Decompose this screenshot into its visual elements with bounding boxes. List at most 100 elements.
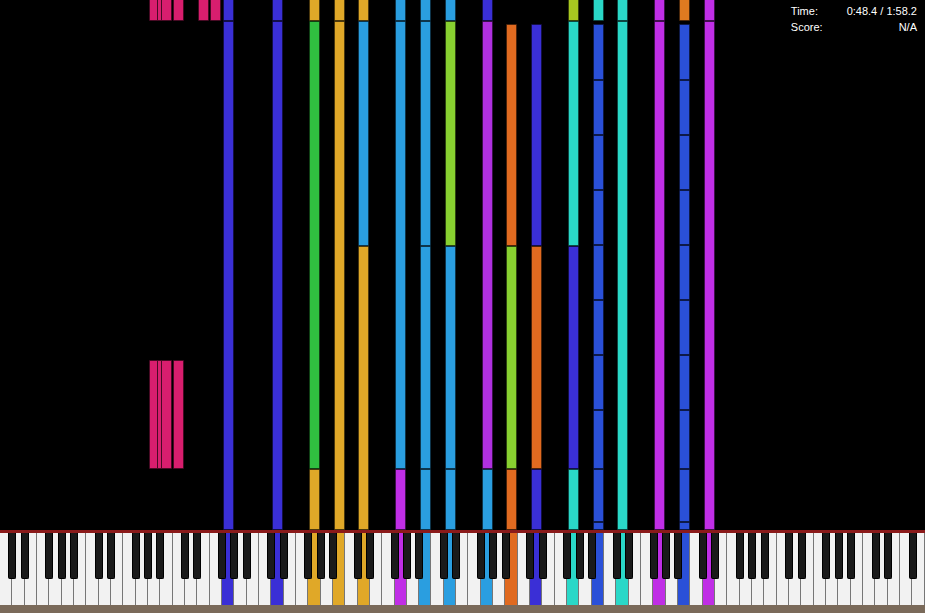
- black-key[interactable]: [822, 533, 830, 579]
- note-bar: [420, 21, 431, 246]
- black-key[interactable]: [144, 533, 152, 579]
- black-key[interactable]: [847, 533, 855, 579]
- black-key[interactable]: [230, 533, 238, 579]
- black-key[interactable]: [21, 533, 29, 579]
- score-label: Score:: [791, 19, 823, 35]
- black-key[interactable]: [132, 533, 140, 579]
- note-bar: [593, 24, 604, 80]
- black-key[interactable]: [45, 533, 53, 579]
- black-key[interactable]: [761, 533, 769, 579]
- note-bar: [704, 0, 715, 21]
- black-key[interactable]: [95, 533, 103, 579]
- note-bar: [679, 469, 690, 522]
- note-bar: [161, 360, 172, 469]
- black-key[interactable]: [280, 533, 288, 579]
- note-bar: [593, 410, 604, 469]
- black-key[interactable]: [576, 533, 584, 579]
- note-bar: [272, 0, 283, 21]
- note-bar: [593, 190, 604, 245]
- note-bar: [506, 246, 517, 469]
- note-bar: [309, 469, 320, 530]
- black-key[interactable]: [711, 533, 719, 579]
- note-bar: [420, 246, 431, 469]
- keyboard[interactable]: [0, 530, 925, 613]
- black-key[interactable]: [539, 533, 547, 579]
- black-key[interactable]: [736, 533, 744, 579]
- note-roll: Time:0:48.4 / 1:58.2Score:N/A: [0, 0, 925, 530]
- note-bar: [358, 21, 369, 246]
- note-bar: [445, 469, 456, 530]
- note-bar: [593, 522, 604, 530]
- black-key[interactable]: [699, 533, 707, 579]
- black-key[interactable]: [317, 533, 325, 579]
- note-bar: [358, 246, 369, 530]
- black-key[interactable]: [835, 533, 843, 579]
- note-bar: [654, 0, 665, 21]
- black-key[interactable]: [391, 533, 399, 579]
- note-bar: [531, 24, 542, 247]
- note-bar: [568, 469, 579, 530]
- midi-visualizer: Time:0:48.4 / 1:58.2Score:N/A: [0, 0, 925, 613]
- black-key[interactable]: [70, 533, 78, 579]
- note-bar: [309, 0, 320, 21]
- note-bar: [272, 21, 283, 530]
- black-key[interactable]: [477, 533, 485, 579]
- black-key[interactable]: [502, 533, 510, 579]
- black-key[interactable]: [588, 533, 596, 579]
- note-bar: [334, 21, 345, 530]
- note-bar: [679, 0, 690, 21]
- note-bar: [531, 246, 542, 469]
- note-bar: [173, 360, 184, 469]
- note-bar: [679, 190, 690, 245]
- keyboard-base: [0, 605, 925, 613]
- note-bar: [210, 0, 221, 21]
- time-label: Time:: [791, 3, 823, 19]
- note-bar: [395, 0, 406, 21]
- black-key[interactable]: [613, 533, 621, 579]
- black-key[interactable]: [107, 533, 115, 579]
- note-bar: [679, 300, 690, 355]
- black-key[interactable]: [193, 533, 201, 579]
- black-key[interactable]: [526, 533, 534, 579]
- note-bar: [593, 245, 604, 300]
- black-key[interactable]: [8, 533, 16, 579]
- note-bar: [173, 0, 184, 21]
- black-key[interactable]: [489, 533, 497, 579]
- note-bar: [482, 21, 493, 469]
- black-key[interactable]: [662, 533, 670, 579]
- black-key[interactable]: [909, 533, 917, 579]
- black-key[interactable]: [267, 533, 275, 579]
- black-key[interactable]: [798, 533, 806, 579]
- black-key[interactable]: [452, 533, 460, 579]
- black-key[interactable]: [785, 533, 793, 579]
- black-key[interactable]: [329, 533, 337, 579]
- note-bar: [395, 21, 406, 469]
- note-bar: [679, 245, 690, 300]
- black-key[interactable]: [650, 533, 658, 579]
- black-key[interactable]: [872, 533, 880, 579]
- black-key[interactable]: [748, 533, 756, 579]
- black-key[interactable]: [156, 533, 164, 579]
- black-key[interactable]: [884, 533, 892, 579]
- black-key[interactable]: [58, 533, 66, 579]
- note-bar: [223, 0, 234, 21]
- note-bar: [223, 21, 234, 530]
- black-key[interactable]: [218, 533, 226, 579]
- note-bar: [704, 21, 715, 530]
- note-bar: [445, 0, 456, 21]
- black-key[interactable]: [366, 533, 374, 579]
- note-bar: [617, 21, 628, 530]
- black-key[interactable]: [415, 533, 423, 579]
- black-key[interactable]: [243, 533, 251, 579]
- black-key[interactable]: [440, 533, 448, 579]
- note-bar: [679, 522, 690, 530]
- black-key[interactable]: [563, 533, 571, 579]
- black-key[interactable]: [304, 533, 312, 579]
- black-key[interactable]: [181, 533, 189, 579]
- black-key[interactable]: [674, 533, 682, 579]
- note-bar: [334, 0, 345, 21]
- black-key[interactable]: [625, 533, 633, 579]
- black-key[interactable]: [403, 533, 411, 579]
- black-key[interactable]: [354, 533, 362, 579]
- note-bar: [568, 0, 579, 21]
